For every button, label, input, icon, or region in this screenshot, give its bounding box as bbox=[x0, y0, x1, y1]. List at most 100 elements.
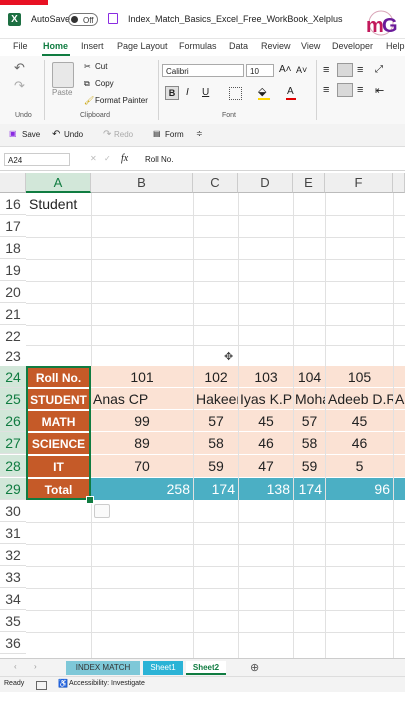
qat-redo-icon[interactable]: ↷ bbox=[103, 129, 111, 140]
cell-math[interactable]: 57 bbox=[194, 410, 238, 432]
qat-redo-button[interactable]: Redo bbox=[114, 130, 133, 139]
cell-math[interactable]: 99 bbox=[91, 410, 193, 432]
menu-view[interactable]: View bbox=[301, 41, 320, 51]
cell-it[interactable]: 70 bbox=[91, 455, 193, 478]
cut-icon[interactable]: ✂ bbox=[84, 62, 91, 71]
row-header[interactable]: 22 bbox=[0, 325, 26, 347]
redo-icon[interactable]: ↷ bbox=[14, 78, 25, 94]
row-header[interactable]: 31 bbox=[0, 522, 26, 544]
menu-developer[interactable]: Developer bbox=[332, 41, 373, 51]
scroll-left-icon[interactable]: ‹ bbox=[14, 662, 17, 671]
qat-save-icon[interactable]: ▣ bbox=[9, 129, 17, 138]
font-color-icon[interactable]: A bbox=[287, 86, 294, 97]
column-header-g[interactable] bbox=[393, 173, 405, 193]
align-left-icon[interactable]: ≡ bbox=[323, 84, 329, 96]
align-top-icon[interactable]: ≡ bbox=[323, 64, 329, 76]
menu-formulas[interactable]: Formulas bbox=[179, 41, 217, 51]
undo-icon[interactable]: ↶ bbox=[14, 60, 25, 76]
font-size-dropdown[interactable]: 10 bbox=[246, 64, 274, 77]
cell-math[interactable] bbox=[394, 410, 405, 432]
add-sheet-icon[interactable]: ⊕ bbox=[250, 661, 259, 674]
sheet-tab-sheet1[interactable]: Sheet1 bbox=[143, 661, 183, 675]
qat-save-button[interactable]: Save bbox=[22, 130, 40, 139]
worksheet-grid[interactable]: A B C D E F 16 17 18 19 20 21 22 23 24 2… bbox=[0, 173, 405, 658]
row-header[interactable]: 17 bbox=[0, 215, 26, 237]
grow-font-icon[interactable]: A˄ bbox=[279, 64, 292, 75]
menu-page-layout[interactable]: Page Layout bbox=[117, 41, 168, 51]
menu-review[interactable]: Review bbox=[261, 41, 291, 51]
cancel-formula-icon[interactable]: ✕ bbox=[90, 154, 97, 163]
row-header[interactable]: 20 bbox=[0, 281, 26, 303]
cell-total[interactable]: 174 bbox=[294, 478, 325, 500]
insert-function-icon[interactable]: fx bbox=[121, 153, 128, 164]
row-header[interactable]: 23 bbox=[0, 345, 26, 367]
underline-button[interactable]: U bbox=[202, 87, 209, 98]
cell-total[interactable]: 258 bbox=[91, 478, 193, 500]
row-header[interactable]: 18 bbox=[0, 237, 26, 259]
row-header[interactable]: 16 bbox=[0, 193, 26, 215]
orientation-icon[interactable]: ⤢ bbox=[375, 64, 383, 75]
scroll-right-icon[interactable]: › bbox=[34, 662, 37, 671]
cell-science[interactable]: 89 bbox=[91, 432, 193, 455]
cell-it[interactable]: 59 bbox=[294, 455, 325, 478]
cell-science[interactable] bbox=[394, 432, 405, 455]
quick-analysis-icon[interactable] bbox=[94, 504, 110, 518]
cell-math[interactable]: 45 bbox=[239, 410, 293, 432]
cell-student[interactable]: Adeeb D.R bbox=[326, 388, 393, 410]
cell-student[interactable]: Anas CP bbox=[91, 388, 193, 410]
sheet-tab-index-match[interactable]: INDEX MATCH bbox=[66, 661, 140, 675]
align-center-icon[interactable] bbox=[337, 83, 353, 97]
row-header[interactable]: 27 bbox=[0, 432, 26, 454]
cell-science[interactable]: 46 bbox=[239, 432, 293, 455]
qat-undo-button[interactable]: Undo bbox=[64, 130, 83, 139]
cell-roll[interactable]: 102 bbox=[194, 366, 238, 388]
cell-total[interactable]: 96 bbox=[326, 478, 393, 500]
fill-color-icon[interactable]: ⬙ bbox=[258, 85, 266, 98]
cell-it[interactable] bbox=[394, 455, 405, 478]
row-header[interactable]: 21 bbox=[0, 303, 26, 325]
sheet-tab-sheet2[interactable]: Sheet2 bbox=[186, 661, 226, 675]
copy-button[interactable]: Copy bbox=[95, 79, 114, 88]
cell-roll[interactable]: 101 bbox=[91, 366, 193, 388]
select-all-corner[interactable] bbox=[0, 173, 26, 193]
cell-total[interactable]: 138 bbox=[239, 478, 293, 500]
save-icon[interactable] bbox=[108, 13, 118, 24]
fill-handle[interactable] bbox=[86, 496, 94, 504]
indent-icon[interactable]: ⇤ bbox=[375, 84, 384, 97]
formula-content[interactable]: Roll No. bbox=[145, 155, 173, 164]
cell-student[interactable]: Mohammed bbox=[294, 388, 325, 410]
cell-roll[interactable]: 103 bbox=[239, 366, 293, 388]
cell-science[interactable]: 46 bbox=[326, 432, 393, 455]
menu-home[interactable]: Home bbox=[43, 41, 68, 51]
menu-data[interactable]: Data bbox=[229, 41, 248, 51]
row-header[interactable]: 26 bbox=[0, 410, 26, 432]
column-header-b[interactable]: B bbox=[91, 173, 193, 193]
row-header[interactable]: 33 bbox=[0, 566, 26, 588]
column-header-f[interactable]: F bbox=[325, 173, 393, 193]
cell-roll[interactable] bbox=[394, 366, 405, 388]
font-name-dropdown[interactable]: Calibri bbox=[162, 64, 244, 77]
column-header-d[interactable]: D bbox=[238, 173, 293, 193]
name-box[interactable]: A24 bbox=[4, 153, 70, 166]
row-header[interactable]: 35 bbox=[0, 610, 26, 632]
cell-roll[interactable]: 104 bbox=[294, 366, 325, 388]
format-painter-icon[interactable]: 🖌 bbox=[84, 96, 94, 105]
row-header[interactable]: 25 bbox=[0, 388, 26, 410]
cell-science[interactable]: 58 bbox=[294, 432, 325, 455]
qat-undo-icon[interactable]: ↶ bbox=[52, 129, 60, 140]
cell-total[interactable] bbox=[394, 478, 405, 500]
cell-student[interactable]: A bbox=[394, 388, 405, 410]
qat-form-button[interactable]: Form bbox=[165, 130, 184, 139]
row-header[interactable]: 34 bbox=[0, 588, 26, 610]
cell-it[interactable]: 47 bbox=[239, 455, 293, 478]
bold-button[interactable]: B bbox=[165, 86, 179, 100]
align-bottom-icon[interactable]: ≡ bbox=[357, 64, 363, 76]
cut-button[interactable]: Cut bbox=[95, 62, 107, 71]
row-header[interactable]: 19 bbox=[0, 259, 26, 281]
row-header[interactable]: 32 bbox=[0, 544, 26, 566]
cell-total[interactable]: 174 bbox=[194, 478, 238, 500]
column-header-e[interactable]: E bbox=[293, 173, 325, 193]
accessibility-icon[interactable]: ♿ bbox=[58, 679, 68, 688]
shrink-font-icon[interactable]: A˅ bbox=[296, 65, 307, 75]
cell-a16[interactable]: Student bbox=[29, 193, 189, 215]
